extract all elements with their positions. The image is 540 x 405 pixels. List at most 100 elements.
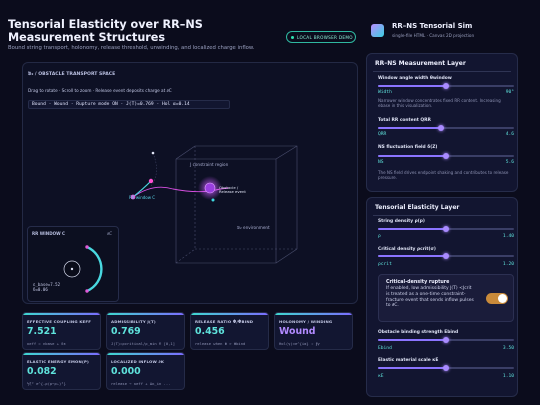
string-density-value: 1.40 [502, 234, 514, 239]
metric-label: ADMISSIBILITY J(T) [111, 319, 156, 324]
material-scale-value: 1.10 [502, 374, 514, 379]
material-scale-symbol: κE [378, 374, 384, 379]
metric-label: RELEASE RATIO Φ/ΦBIND [195, 319, 254, 324]
rr-window-label: RR window C [129, 195, 155, 200]
window-arc [86, 245, 103, 293]
app-description: single-file HTML · Canvas 2D projection [392, 33, 475, 38]
rr-content-label: Total RR content QRR [378, 118, 431, 123]
window-width-label: Window angle width θwindow [378, 76, 452, 81]
rr-window-readout: ε_base=7.52 δ=0.06 [33, 282, 60, 292]
string-density-slider[interactable] [378, 226, 514, 232]
ns-fluctuation-desc: The NS field drives endpoint shaking and… [378, 170, 509, 181]
status-dot-icon [291, 36, 294, 39]
ns-fluctuation-symbol: NS [378, 160, 384, 165]
metric-formula: J(T)=ρcritical/ρ_min ∈ [0,1] [111, 341, 176, 346]
page-title: Tensorial Elasticity over RR–NS Measurem… [8, 18, 203, 44]
window-width-slider[interactable] [378, 83, 514, 89]
metric-formula: ½ξ² e^{‑ρ(p−ρₕ)²} [27, 381, 66, 386]
elasticity-layer-title: Tensorial Elasticity Layer [375, 204, 460, 211]
constraint-region-label: J constraint region [189, 162, 229, 167]
release-point [211, 198, 215, 202]
metric-release-ratio: RELEASE RATIO Φ/ΦBIND 0.456 release when… [190, 312, 269, 350]
material-scale-label: Elastic material scale κE [378, 358, 439, 363]
obstacle [204, 182, 216, 194]
slider-fill [378, 367, 446, 369]
space-label: 𝔅₂ / OBSTACLE TRANSPORT SPACE [28, 72, 116, 77]
metric-value: Wound [279, 326, 316, 337]
window-width-desc: Narrower window concentrates fixed RR co… [378, 98, 501, 109]
metric-effective-coupling: EFFECTIVE COUPLING KEFF 7.521 κeff = εba… [22, 312, 101, 350]
panel-divider [373, 215, 511, 216]
material-scale-slider[interactable] [378, 365, 514, 371]
status-readout: Bound · Wound · Rupture mode ON · J(T)=0… [28, 100, 230, 109]
metric-holonomy: HOLONOMY / WINDING Wound Hol(γ)≈e^{iα} ⇒… [274, 312, 353, 350]
metric-formula: release when Φ > Φbind [195, 341, 246, 346]
readout-delta: δ=0.06 [33, 287, 48, 292]
obstacle-binding-value: 3.50 [502, 346, 514, 351]
slider-fill [378, 228, 446, 230]
loop-marker [151, 151, 155, 155]
obstacle-transport-canvas[interactable]: J constraint region Obstacle / Release e… [22, 62, 358, 304]
window-width-value: 90° [505, 90, 514, 95]
interaction-hint: Drag to rotate · Scroll to zoom · Releas… [28, 88, 172, 93]
measurement-layer-title: RR–NS Measurement Layer [375, 60, 466, 67]
panel-divider [373, 71, 511, 72]
critical-density-value: 1.20 [502, 262, 514, 267]
slider-thumb[interactable] [437, 125, 444, 131]
window-end-bottom [85, 289, 89, 293]
metric-formula: release → κeff + Δκ_in ... [111, 381, 171, 386]
slider-thumb[interactable] [443, 365, 449, 371]
obstacle-binding-label: Obstacle binding strength Ebind [378, 330, 459, 335]
endpoint-b [148, 178, 154, 184]
metric-value: 7.521 [27, 326, 57, 337]
rr-window-inset: RR WINDOW C ∂C ε_base=7.52 δ=0.06 [27, 226, 119, 302]
metric-elastic-energy: ELASTIC ENERGY EMON(P) 0.082 ½ξ² e^{‑ρ(p… [22, 352, 101, 390]
critical-density-slider[interactable] [378, 253, 514, 259]
ns-fluctuation-slider[interactable] [378, 153, 514, 159]
metric-value: 0.000 [111, 366, 141, 377]
critical-density-label: Critical density ρcrit(σ) [378, 247, 436, 252]
metric-label: EFFECTIVE COUPLING KEFF [27, 319, 92, 324]
metric-localized-inflow: LOCALIZED INFLOW ∂K 0.000 release → κeff… [106, 352, 185, 390]
slider-thumb[interactable] [443, 337, 449, 343]
metric-label: HOLONOMY / WINDING [279, 319, 333, 324]
slider-fill [378, 339, 446, 341]
slider-fill [378, 127, 441, 129]
rupture-toggle[interactable] [486, 293, 508, 304]
environment-label: 𝔅₂ environment [237, 225, 270, 230]
metric-formula: Hol(γ)≈e^{iα} ⇒ ∮γ [279, 341, 320, 346]
slider-thumb[interactable] [443, 83, 449, 89]
rr-content-slider[interactable] [378, 125, 514, 131]
slider-thumb[interactable] [443, 226, 449, 232]
metric-value: 0.769 [111, 326, 141, 337]
local-demo-badge: LOCAL BROWSER DEMO [286, 31, 356, 43]
string-density-symbol: ρ [378, 234, 381, 239]
rr-content-symbol: QRR [378, 132, 387, 137]
window-width-symbol: Width [378, 90, 392, 95]
slider-fill [378, 85, 446, 87]
page-subtitle: Bound string transport, holonomy, releas… [8, 45, 255, 51]
toggle-knob [498, 294, 507, 303]
metric-admissibility: ADMISSIBILITY J(T) 0.769 J(T)=ρcritical/… [106, 312, 185, 350]
rupture-toggle-card: Critical-density rupture If enabled, low… [378, 274, 514, 322]
slider-thumb[interactable] [443, 253, 449, 259]
rupture-title: Critical-density rupture [386, 280, 450, 285]
slider-thumb[interactable] [443, 153, 449, 159]
obstacle-binding-slider[interactable] [378, 337, 514, 343]
obstacle-binding-symbol: Ebind [378, 346, 392, 351]
metric-label: ELASTIC ENERGY EMON(P) [27, 359, 90, 364]
ns-fluctuation-label: NS fluctuation field δ(Z) [378, 145, 438, 150]
slider-fill [378, 155, 446, 157]
slider-fill [378, 255, 446, 257]
window-end-top [85, 245, 89, 249]
rupture-description: If enabled, low admissibility J(T) <Jcri… [386, 286, 474, 309]
metric-value: 0.456 [195, 326, 225, 337]
metric-label: LOCALIZED INFLOW ∂K [111, 359, 165, 364]
critical-density-symbol: ρcrit [378, 262, 392, 267]
app-name: RR–NS Tensorial Sim [392, 22, 473, 30]
ns-fluctuation-value: 5.6 [505, 160, 514, 165]
badge-label: LOCAL BROWSER DEMO [297, 34, 353, 40]
window-center [70, 267, 74, 271]
app-logo-icon [371, 24, 384, 37]
string-density-label: String density ρ(p) [378, 219, 425, 224]
